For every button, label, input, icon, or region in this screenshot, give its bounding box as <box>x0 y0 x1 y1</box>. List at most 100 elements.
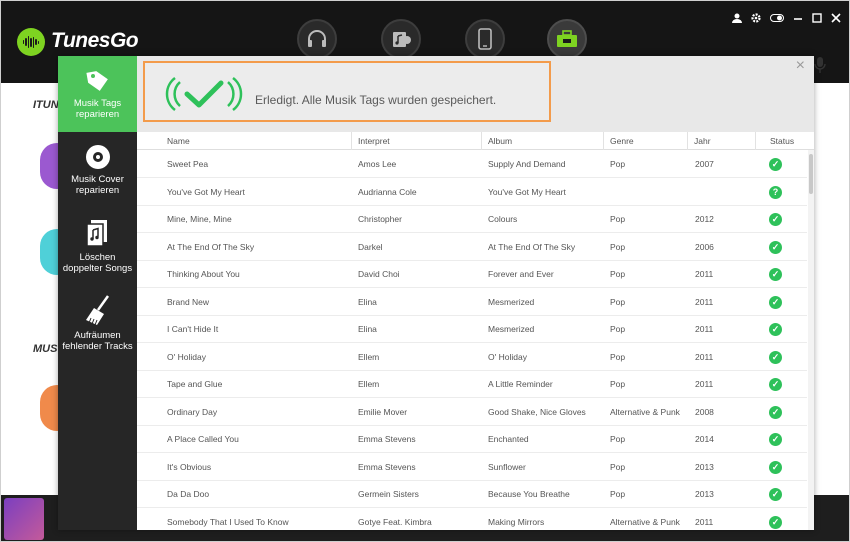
cell-artist: Christopher <box>358 214 402 224</box>
cell-album: At The End Of The Sky <box>488 241 576 252</box>
music-library-nav-icon[interactable] <box>381 19 421 59</box>
table-row[interactable]: Sweet Pea Amos Lee Supply And Demand Pop 200… <box>137 151 807 178</box>
cell-genre: Pop <box>610 214 626 224</box>
scrollbar-thumb[interactable] <box>809 154 813 194</box>
table-row[interactable]: Mine, Mine, Mine Christopher Colours Pop 201… <box>137 206 807 233</box>
close-dialog-icon[interactable]: × <box>796 58 805 74</box>
cell-artist: Emma Stevens <box>358 434 416 444</box>
cell-artist: Darkel <box>358 241 383 252</box>
table-row[interactable]: It's Obvious Emma Stevens Sunflower Pop 2013… <box>137 454 807 481</box>
status-check-icon: ✓ <box>769 240 782 254</box>
success-message-box: Erledigt. Alle Musik Tags wurden gespeic… <box>143 61 551 122</box>
cell-year: 2012 <box>695 214 714 224</box>
table-row[interactable]: O' Holiday Ellem O' Holiday Pop 2011 ✓ <box>137 344 807 371</box>
cell-album: O' Holiday <box>488 351 527 362</box>
column-header-artist[interactable]: Interpret <box>351 132 481 150</box>
column-header-name[interactable]: Name <box>137 132 327 150</box>
microphone-icon[interactable] <box>813 56 827 74</box>
app-logo-icon <box>17 28 45 56</box>
toolbox-nav-icon[interactable] <box>547 19 587 59</box>
table-row[interactable]: A Place Called You Emma Stevens Enchanted P… <box>137 426 807 453</box>
sidebar-item-cleanup-missing[interactable]: Aufräumen fehlender Tracks <box>58 294 137 366</box>
close-window-icon[interactable] <box>831 10 841 23</box>
cell-album: Making Mirrors <box>488 516 545 527</box>
duplicate-icon <box>85 220 107 247</box>
scrollbar-track[interactable] <box>808 150 814 530</box>
cell-year <box>695 179 753 206</box>
cell-year: 2011 <box>695 269 714 279</box>
status-banner: Erledigt. Alle Musik Tags wurden gespeic… <box>137 56 814 132</box>
cell-year: 2013 <box>695 489 714 499</box>
minimize-icon[interactable] <box>793 10 803 20</box>
phone-nav-icon[interactable] <box>465 19 505 59</box>
status-question-icon: ? <box>769 185 782 199</box>
cell-genre: Pop <box>610 324 626 334</box>
cell-artist: Emma Stevens <box>358 461 416 472</box>
cell-genre: Pop <box>610 434 626 444</box>
table-row[interactable]: I Can't Hide It Elina Mesmerized Pop 2011 ✓ <box>137 316 807 343</box>
status-check-icon: ✓ <box>769 433 782 446</box>
sidebar-item-fix-tags[interactable]: Musik Tags reparieren <box>58 56 137 132</box>
column-header-year[interactable]: Jahr <box>687 132 755 150</box>
toolbox-dialog: Musik Tags reparieren Musik Cover repari… <box>58 56 814 530</box>
window-controls <box>732 10 841 23</box>
cell-genre: Pop <box>610 379 626 389</box>
sidebar-label-fix-covers: Musik Cover reparieren <box>71 174 124 196</box>
sidebar-item-remove-duplicates[interactable]: Löschen doppelter Songs <box>58 218 137 290</box>
cell-genre: Pop <box>610 351 626 362</box>
headphones-nav-icon[interactable] <box>297 19 337 59</box>
table-row[interactable]: You've Got My Heart Audrianna Cole You've … <box>137 179 807 206</box>
table-row[interactable]: Tape and Glue Ellem A Little Reminder Pop 20… <box>137 371 807 398</box>
table-row[interactable]: Somebody That I Used To Know Gotye Feat. … <box>137 509 807 531</box>
cell-genre: Pop <box>610 159 626 169</box>
cell-genre <box>610 179 686 206</box>
success-message: Erledigt. Alle Musik Tags wurden gespeic… <box>255 93 497 107</box>
cell-album: Supply And Demand <box>488 159 566 169</box>
cell-year: 2008 <box>695 406 714 417</box>
cell-name: Da Da Doo <box>167 489 210 499</box>
cell-album: Forever and Ever <box>488 269 554 279</box>
cell-artist: Ellem <box>358 351 380 362</box>
table-row[interactable]: Brand New Elina Mesmerized Pop 2011 ✓ <box>137 289 807 316</box>
status-check-icon: ✓ <box>769 405 782 419</box>
table-row[interactable]: Ordinary Day Emilie Mover Good Shake, Nice… <box>137 399 807 426</box>
table-row[interactable]: At The End Of The Sky Darkel At The End Of… <box>137 234 807 261</box>
cell-year: 2014 <box>695 434 714 444</box>
music-section-label: MUS <box>33 343 58 355</box>
status-check-icon: ✓ <box>769 488 782 501</box>
sidebar-label-cleanup-missing: Aufräumen fehlender Tracks <box>62 330 133 352</box>
table-header: Name Interpret Album Genre Jahr Status <box>137 132 814 150</box>
user-icon[interactable] <box>732 10 742 23</box>
cell-genre: Pop <box>610 461 626 472</box>
column-header-album[interactable]: Album <box>481 132 603 150</box>
cell-name: Sweet Pea <box>167 159 209 169</box>
sidebar-item-fix-covers[interactable]: Musik Cover reparieren <box>58 144 137 212</box>
cell-name: It's Obvious <box>167 461 212 472</box>
disc-icon <box>85 145 110 169</box>
status-check-icon: ✓ <box>769 515 782 529</box>
cell-name: You've Got My Heart <box>167 186 245 197</box>
cell-genre: Pop <box>610 489 626 499</box>
status-check-icon: ✓ <box>769 295 782 309</box>
cell-artist: Elina <box>358 296 377 307</box>
tag-icon <box>85 71 108 91</box>
table-row[interactable]: Da Da Doo Germein Sisters Because You Brea… <box>137 481 807 508</box>
cell-album: Mesmerized <box>488 296 535 307</box>
toggle-icon[interactable] <box>770 10 784 22</box>
cell-year: 2011 <box>695 324 714 334</box>
broom-icon <box>85 295 109 326</box>
column-header-status[interactable]: Status <box>755 132 808 150</box>
cell-artist: Elina <box>358 324 377 334</box>
gear-icon[interactable] <box>751 10 761 23</box>
cell-artist: Audrianna Cole <box>358 186 417 197</box>
success-check-icon <box>165 77 243 111</box>
album-art-thumbnail <box>4 498 44 540</box>
cell-album: Good Shake, Nice Gloves <box>488 406 586 417</box>
cell-album: Colours <box>488 214 518 224</box>
itunes-section-label: ITUN <box>33 99 59 111</box>
table-row[interactable]: Thinking About You David Choi Forever and … <box>137 261 807 288</box>
maximize-icon[interactable] <box>812 10 822 23</box>
cell-album: You've Got My Heart <box>488 186 566 197</box>
column-header-genre[interactable]: Genre <box>603 132 687 150</box>
cell-name: Thinking About You <box>167 269 240 279</box>
